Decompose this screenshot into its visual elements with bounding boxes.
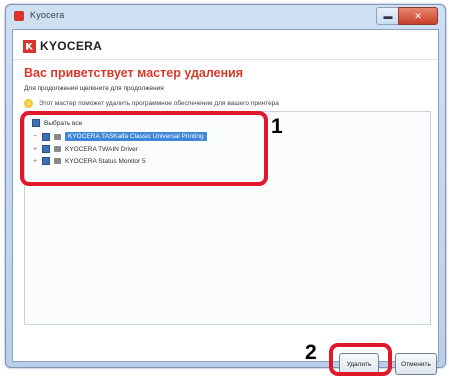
window-title: Kyocera (30, 10, 65, 20)
page-subtitle: Для продолжения щелкните для продолжения (24, 85, 164, 92)
info-text: Этот мастер поможет удалить программное … (39, 100, 279, 107)
info-icon (24, 99, 33, 108)
title-bar: Kyocera ▬ ✕ (6, 5, 445, 29)
callout-number-1: 1 (271, 115, 283, 138)
minimize-button[interactable]: ▬ (376, 7, 400, 25)
cancel-button[interactable]: Отменить (395, 353, 437, 375)
close-button[interactable]: ✕ (398, 7, 438, 25)
wizard-client-area: KYOCERA Вас приветствует мастер удаления… (12, 29, 439, 362)
kyocera-logo-icon (23, 39, 36, 53)
kyocera-logo: KYOCERA (23, 39, 102, 53)
logo-text: KYOCERA (40, 39, 103, 53)
header-divider (13, 59, 438, 60)
app-icon (14, 11, 24, 21)
page-title: Вас приветствует мастер удаления (24, 66, 244, 80)
info-row: Этот мастер поможет удалить программное … (24, 99, 279, 108)
wizard-window: Kyocera ▬ ✕ KYOCERA Вас приветствует мас… (5, 4, 446, 368)
callout-box-1 (20, 111, 268, 186)
callout-box-2 (329, 343, 392, 376)
callout-number-2: 2 (305, 341, 317, 364)
